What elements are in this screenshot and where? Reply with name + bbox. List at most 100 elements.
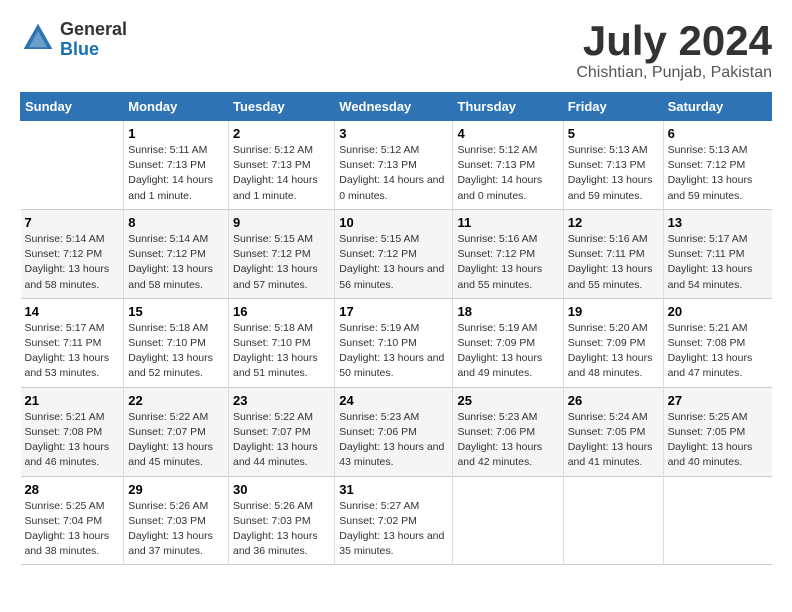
day-number: 7 [25,215,120,230]
day-info: Sunrise: 5:19 AMSunset: 7:10 PMDaylight:… [339,321,448,382]
week-row-5: 28 Sunrise: 5:25 AMSunset: 7:04 PMDayligh… [21,476,772,565]
day-info: Sunrise: 5:22 AMSunset: 7:07 PMDaylight:… [128,410,224,471]
day-info: Sunrise: 5:16 AMSunset: 7:11 PMDaylight:… [568,232,659,293]
day-info: Sunrise: 5:13 AMSunset: 7:13 PMDaylight:… [568,143,659,204]
day-info: Sunrise: 5:19 AMSunset: 7:09 PMDaylight:… [457,321,558,382]
day-number: 13 [668,215,768,230]
calendar-table: Sunday Monday Tuesday Wednesday Thursday… [20,92,772,565]
day-info: Sunrise: 5:21 AMSunset: 7:08 PMDaylight:… [25,410,120,471]
day-cell: 12 Sunrise: 5:16 AMSunset: 7:11 PMDayligh… [563,209,663,298]
day-info: Sunrise: 5:26 AMSunset: 7:03 PMDaylight:… [233,499,330,560]
day-number: 28 [25,482,120,497]
week-row-2: 7 Sunrise: 5:14 AMSunset: 7:12 PMDaylight… [21,209,772,298]
day-number: 1 [128,126,224,141]
day-info: Sunrise: 5:13 AMSunset: 7:12 PMDaylight:… [668,143,768,204]
day-info: Sunrise: 5:27 AMSunset: 7:02 PMDaylight:… [339,499,448,560]
day-number: 18 [457,304,558,319]
day-info: Sunrise: 5:25 AMSunset: 7:05 PMDaylight:… [668,410,768,471]
day-info: Sunrise: 5:12 AMSunset: 7:13 PMDaylight:… [457,143,558,204]
logo-text: General Blue [60,20,127,60]
day-number: 3 [339,126,448,141]
day-cell: 18 Sunrise: 5:19 AMSunset: 7:09 PMDayligh… [453,298,563,387]
day-number: 10 [339,215,448,230]
day-number: 24 [339,393,448,408]
header-friday: Friday [563,93,663,121]
day-number: 21 [25,393,120,408]
day-number: 15 [128,304,224,319]
header-wednesday: Wednesday [335,93,453,121]
day-cell: 31 Sunrise: 5:27 AMSunset: 7:02 PMDayligh… [335,476,453,565]
day-info: Sunrise: 5:12 AMSunset: 7:13 PMDaylight:… [233,143,330,204]
day-info: Sunrise: 5:20 AMSunset: 7:09 PMDaylight:… [568,321,659,382]
week-row-1: 1 Sunrise: 5:11 AMSunset: 7:13 PMDaylight… [21,121,772,210]
day-info: Sunrise: 5:14 AMSunset: 7:12 PMDaylight:… [25,232,120,293]
day-cell: 19 Sunrise: 5:20 AMSunset: 7:09 PMDayligh… [563,298,663,387]
day-cell: 15 Sunrise: 5:18 AMSunset: 7:10 PMDayligh… [124,298,229,387]
day-cell: 4Sunrise: 5:12 AMSunset: 7:13 PMDaylight… [453,121,563,210]
day-number: 11 [457,215,558,230]
title-block: July 2024 Chishtian, Punjab, Pakistan [576,20,772,82]
day-cell: 29 Sunrise: 5:26 AMSunset: 7:03 PMDayligh… [124,476,229,565]
day-number: 5 [568,126,659,141]
day-info: Sunrise: 5:25 AMSunset: 7:04 PMDaylight:… [25,499,120,560]
day-number: 27 [668,393,768,408]
header-monday: Monday [124,93,229,121]
day-info: Sunrise: 5:21 AMSunset: 7:08 PMDaylight:… [668,321,768,382]
location-title: Chishtian, Punjab, Pakistan [576,64,772,82]
day-cell: 2 Sunrise: 5:12 AMSunset: 7:13 PMDaylight… [228,121,334,210]
day-info: Sunrise: 5:15 AMSunset: 7:12 PMDaylight:… [233,232,330,293]
day-number: 14 [25,304,120,319]
day-info: Sunrise: 5:18 AMSunset: 7:10 PMDaylight:… [233,321,330,382]
day-cell: 6Sunrise: 5:13 AMSunset: 7:12 PMDaylight… [663,121,771,210]
day-info: Sunrise: 5:16 AMSunset: 7:12 PMDaylight:… [457,232,558,293]
logo-blue: Blue [60,40,127,60]
day-number: 31 [339,482,448,497]
header-thursday: Thursday [453,93,563,121]
day-info: Sunrise: 5:17 AMSunset: 7:11 PMDaylight:… [668,232,768,293]
day-number: 17 [339,304,448,319]
day-cell: 16 Sunrise: 5:18 AMSunset: 7:10 PMDayligh… [228,298,334,387]
day-cell: 25 Sunrise: 5:23 AMSunset: 7:06 PMDayligh… [453,387,563,476]
day-info: Sunrise: 5:24 AMSunset: 7:05 PMDaylight:… [568,410,659,471]
day-cell: 17 Sunrise: 5:19 AMSunset: 7:10 PMDayligh… [335,298,453,387]
day-cell: 30 Sunrise: 5:26 AMSunset: 7:03 PMDayligh… [228,476,334,565]
day-number: 19 [568,304,659,319]
day-number: 26 [568,393,659,408]
day-number: 12 [568,215,659,230]
day-info: Sunrise: 5:12 AMSunset: 7:13 PMDaylight:… [339,143,448,204]
day-cell: 22 Sunrise: 5:22 AMSunset: 7:07 PMDayligh… [124,387,229,476]
day-info: Sunrise: 5:23 AMSunset: 7:06 PMDaylight:… [339,410,448,471]
day-info: Sunrise: 5:23 AMSunset: 7:06 PMDaylight:… [457,410,558,471]
day-cell: 9Sunrise: 5:15 AMSunset: 7:12 PMDaylight… [228,209,334,298]
day-cell [663,476,771,565]
day-info: Sunrise: 5:17 AMSunset: 7:11 PMDaylight:… [25,321,120,382]
day-cell: 20Sunrise: 5:21 AMSunset: 7:08 PMDayligh… [663,298,771,387]
week-row-4: 21 Sunrise: 5:21 AMSunset: 7:08 PMDayligh… [21,387,772,476]
day-cell: 1 Sunrise: 5:11 AMSunset: 7:13 PMDaylight… [124,121,229,210]
day-cell: 28 Sunrise: 5:25 AMSunset: 7:04 PMDayligh… [21,476,124,565]
day-info: Sunrise: 5:26 AMSunset: 7:03 PMDaylight:… [128,499,224,560]
day-cell: 3 Sunrise: 5:12 AMSunset: 7:13 PMDaylight… [335,121,453,210]
week-row-3: 14 Sunrise: 5:17 AMSunset: 7:11 PMDayligh… [21,298,772,387]
day-cell: 24 Sunrise: 5:23 AMSunset: 7:06 PMDayligh… [335,387,453,476]
header-tuesday: Tuesday [228,93,334,121]
day-cell [21,121,124,210]
header-saturday: Saturday [663,93,771,121]
day-cell: 13 Sunrise: 5:17 AMSunset: 7:11 PMDayligh… [663,209,771,298]
day-info: Sunrise: 5:18 AMSunset: 7:10 PMDaylight:… [128,321,224,382]
day-cell: 5 Sunrise: 5:13 AMSunset: 7:13 PMDaylight… [563,121,663,210]
day-info: Sunrise: 5:11 AMSunset: 7:13 PMDaylight:… [128,143,224,204]
day-info: Sunrise: 5:14 AMSunset: 7:12 PMDaylight:… [128,232,224,293]
day-number: 29 [128,482,224,497]
header-sunday: Sunday [21,93,124,121]
logo-general: General [60,20,127,40]
day-cell: 26 Sunrise: 5:24 AMSunset: 7:05 PMDayligh… [563,387,663,476]
day-number: 25 [457,393,558,408]
day-number: 2 [233,126,330,141]
day-number: 22 [128,393,224,408]
day-cell: 8Sunrise: 5:14 AMSunset: 7:12 PMDaylight… [124,209,229,298]
day-number: 23 [233,393,330,408]
day-number: 16 [233,304,330,319]
day-number: 30 [233,482,330,497]
day-info: Sunrise: 5:22 AMSunset: 7:07 PMDaylight:… [233,410,330,471]
